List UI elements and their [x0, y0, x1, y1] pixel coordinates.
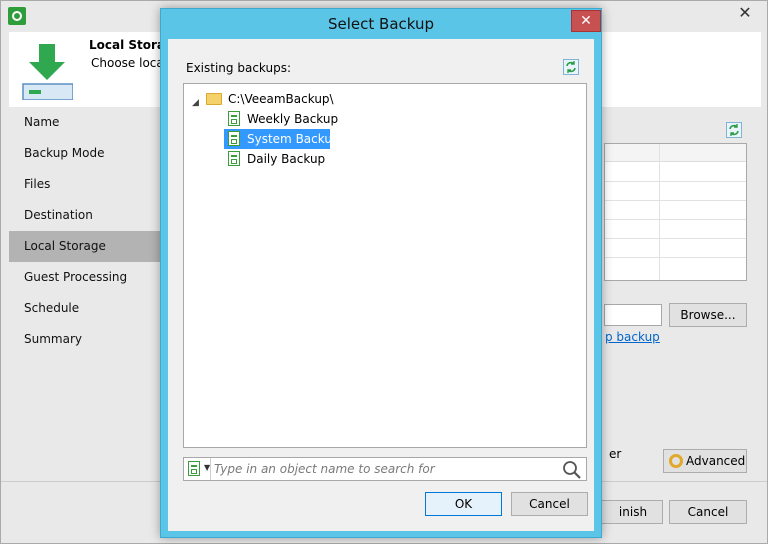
- existing-backups-label: Existing backups:: [186, 61, 292, 75]
- partial-label: er: [609, 447, 622, 461]
- search-input[interactable]: [214, 460, 554, 478]
- backup-job-icon: [188, 461, 200, 476]
- wizard-step-description: Choose locall: [91, 56, 171, 70]
- backups-tree[interactable]: ◢ C:\VeeamBackup\ Weekly Backup System B…: [183, 83, 587, 448]
- tree-node-daily-backup[interactable]: Daily Backup: [224, 149, 330, 169]
- tree-node-root[interactable]: ◢ C:\VeeamBackup\: [184, 89, 384, 109]
- nav-item-destination[interactable]: Destination: [9, 200, 161, 231]
- dialog-close-button[interactable]: ✕: [571, 10, 601, 32]
- grid-row-line: [605, 238, 746, 239]
- nav-item-schedule[interactable]: Schedule: [9, 293, 161, 324]
- folder-icon: [206, 93, 222, 105]
- nav-item-name[interactable]: Name: [9, 107, 161, 138]
- grid-row-line: [605, 219, 746, 220]
- wizard-cancel-button[interactable]: Cancel: [669, 500, 747, 524]
- nav-item-backup-mode[interactable]: Backup Mode: [9, 138, 161, 169]
- search-icon[interactable]: [562, 460, 582, 480]
- nav-item-guest-processing[interactable]: Guest Processing: [9, 262, 161, 293]
- grid-row-line: [605, 200, 746, 201]
- gear-icon: [669, 454, 683, 468]
- browse-button[interactable]: Browse...: [669, 303, 747, 327]
- refresh-icon[interactable]: [726, 122, 742, 138]
- backup-job-icon: [228, 111, 240, 126]
- cancel-button[interactable]: Cancel: [511, 492, 588, 516]
- collapse-triangle-icon[interactable]: ◢: [192, 93, 199, 113]
- download-arrow-icon: [22, 44, 73, 100]
- tree-node-system-backup[interactable]: System Backup: [224, 129, 340, 149]
- tree-node-label: Weekly Backup: [247, 112, 339, 126]
- storage-grid: [604, 143, 747, 281]
- wizard-step-nav: Name Backup Mode Files Destination Local…: [9, 107, 161, 481]
- chevron-down-icon: ▼: [204, 463, 211, 472]
- background-close-button[interactable]: ✕: [723, 2, 767, 24]
- dialog-title: Select Backup: [327, 15, 435, 33]
- refresh-icon[interactable]: [563, 59, 579, 75]
- grid-row-line: [605, 257, 746, 258]
- backup-job-icon: [228, 151, 240, 166]
- storage-path-field[interactable]: [604, 304, 662, 326]
- app-gear-icon: [8, 7, 26, 25]
- finish-button[interactable]: inish: [593, 500, 663, 524]
- tree-node-weekly-backup[interactable]: Weekly Backup: [224, 109, 338, 129]
- nav-item-summary[interactable]: Summary: [9, 324, 161, 355]
- ok-button[interactable]: OK: [425, 492, 502, 516]
- tree-node-label: C:\VeeamBackup\: [228, 92, 334, 106]
- nav-item-local-storage[interactable]: Local Storage: [9, 231, 161, 262]
- advanced-button-label: Advanced: [686, 454, 746, 468]
- nav-item-files[interactable]: Files: [9, 169, 161, 200]
- grid-header: [605, 144, 746, 162]
- backup-job-icon: [228, 131, 240, 146]
- search-type-dropdown[interactable]: ▼: [184, 458, 211, 480]
- tree-node-label: Daily Backup: [247, 152, 326, 166]
- grid-row-line: [605, 181, 746, 182]
- select-backup-dialog: Select Backup ✕ Existing backups: ◢ C:\V…: [160, 8, 602, 538]
- map-backup-link[interactable]: p backup: [605, 330, 660, 344]
- grid-column-divider: [659, 144, 660, 280]
- dialog-body: Existing backups: ◢ C:\VeeamBackup\ Week…: [168, 39, 594, 531]
- advanced-button[interactable]: Advanced: [663, 449, 747, 473]
- search-bar: ▼: [183, 457, 587, 481]
- tree-node-label: System Backup: [247, 132, 340, 146]
